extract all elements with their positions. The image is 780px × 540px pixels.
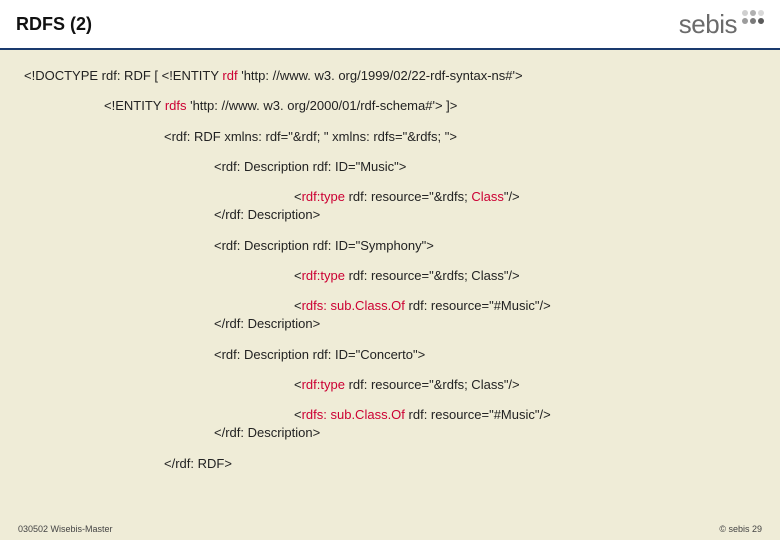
code-line: <rdf:type rdf: resource="&rdfs; Class"/> (24, 268, 756, 284)
logo: sebis (679, 9, 764, 40)
code-text: rdf: resource="&rdfs; (345, 189, 471, 204)
code-keyword: Class (471, 189, 504, 204)
code-keyword: rdfs: sub.Class.Of (302, 407, 405, 422)
code-text: < (294, 298, 302, 313)
code-line: <rdf:type rdf: resource="&rdfs; Class"/> (24, 189, 756, 205)
code-text: <rdf: Description rdf: ID="Music"> (214, 159, 406, 174)
code-text: < (294, 377, 302, 392)
code-text: </rdf: Description> (214, 425, 320, 440)
code-line: <rdf: Description rdf: ID="Concerto"> (24, 347, 756, 363)
code-text: "/> (504, 189, 520, 204)
logo-dots-icon (742, 10, 764, 24)
code-keyword: rdfs (165, 98, 187, 113)
code-text: 'http: //www. w3. org/1999/02/22-rdf-syn… (238, 68, 523, 83)
code-keyword: rdf:type (302, 189, 345, 204)
code-text: rdf: resource="&rdfs; Class"/> (345, 268, 520, 283)
code-line: </rdf: Description> (24, 207, 756, 223)
code-text: < (294, 407, 302, 422)
slide-body: <!DOCTYPE rdf: RDF [ <!ENTITY rdf 'http:… (0, 50, 780, 472)
code-line: <rdfs: sub.Class.Of rdf: resource="#Musi… (24, 407, 756, 423)
logo-text: sebis (679, 9, 737, 40)
code-line: <rdf: Description rdf: ID="Music"> (24, 159, 756, 175)
code-text: < (294, 268, 302, 283)
code-text: rdf: resource="#Music"/> (405, 407, 551, 422)
code-text: < (294, 189, 302, 204)
code-text: 'http: //www. w3. org/2000/01/rdf-schema… (186, 98, 457, 113)
code-line: <!DOCTYPE rdf: RDF [ <!ENTITY rdf 'http:… (24, 68, 756, 84)
code-keyword: rdfs: sub.Class.Of (302, 298, 405, 313)
code-line: </rdf: RDF> (24, 456, 756, 472)
code-text: <!DOCTYPE rdf: RDF [ <!ENTITY (24, 68, 222, 83)
code-text: <rdf: RDF xmlns: rdf="&rdf; " xmlns: rdf… (164, 129, 457, 144)
code-text: </rdf: Description> (214, 207, 320, 222)
code-line: <rdf:type rdf: resource="&rdfs; Class"/> (24, 377, 756, 393)
code-line: <rdf: RDF xmlns: rdf="&rdf; " xmlns: rdf… (24, 129, 756, 145)
code-keyword: rdf:type (302, 268, 345, 283)
code-text: rdf: resource="#Music"/> (405, 298, 551, 313)
code-keyword: rdf (222, 68, 237, 83)
code-line: </rdf: Description> (24, 316, 756, 332)
code-text: </rdf: RDF> (164, 456, 232, 471)
code-line: <rdfs: sub.Class.Of rdf: resource="#Musi… (24, 298, 756, 314)
code-line: <!ENTITY rdfs 'http: //www. w3. org/2000… (24, 98, 756, 114)
slide-header: RDFS (2) sebis (0, 0, 780, 50)
code-line: </rdf: Description> (24, 425, 756, 441)
code-text: rdf: resource="&rdfs; Class"/> (345, 377, 520, 392)
code-text: </rdf: Description> (214, 316, 320, 331)
slide-title: RDFS (2) (16, 14, 92, 35)
code-keyword: rdf:type (302, 377, 345, 392)
code-text: <rdf: Description rdf: ID="Concerto"> (214, 347, 425, 362)
code-line: <rdf: Description rdf: ID="Symphony"> (24, 238, 756, 254)
footer-left: 030502 Wisebis-Master (18, 524, 113, 534)
footer-right: © sebis 29 (719, 524, 762, 534)
slide-footer: 030502 Wisebis-Master © sebis 29 (0, 524, 780, 534)
code-text: <!ENTITY (104, 98, 165, 113)
code-text: <rdf: Description rdf: ID="Symphony"> (214, 238, 434, 253)
